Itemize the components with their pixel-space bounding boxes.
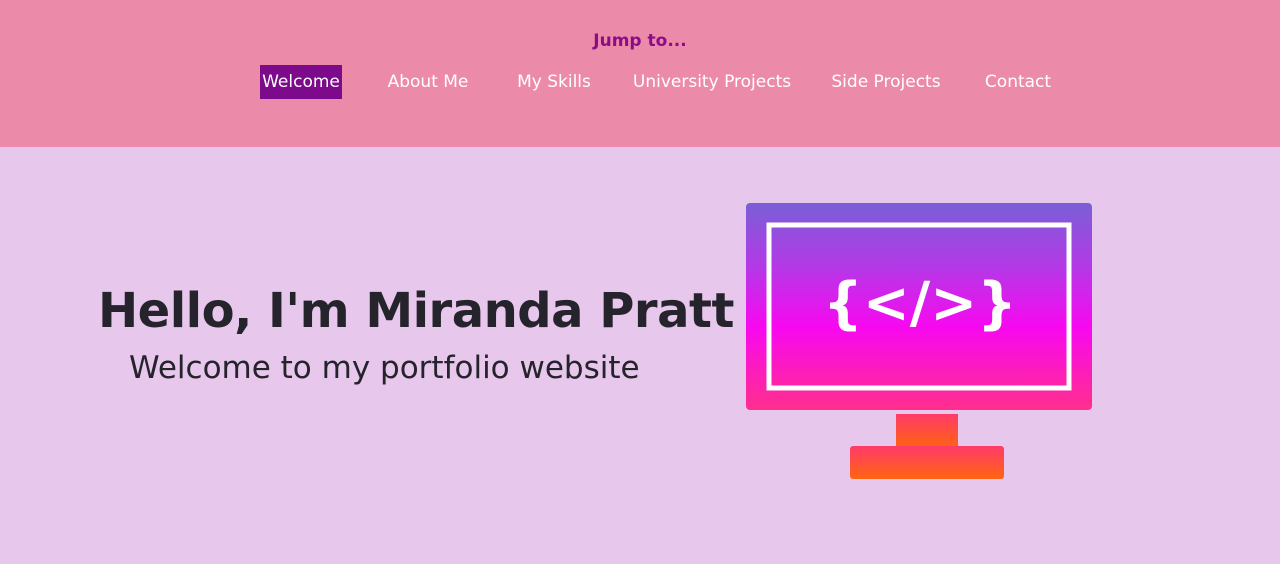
nav-link-side-projects[interactable]: Side Projects xyxy=(827,65,945,99)
nav-link-university-projects[interactable]: University Projects xyxy=(632,65,792,99)
nav-link-welcome[interactable]: Welcome xyxy=(260,65,342,99)
hero-title: Hello, I'm Miranda Pratt xyxy=(98,283,734,339)
nav-link-my-skills[interactable]: My Skills xyxy=(512,65,596,99)
code-symbol: {</>} xyxy=(823,271,1017,336)
top-navigation: Jump to... Welcome About Me My Skills Un… xyxy=(0,0,1280,147)
hero-subtitle: Welcome to my portfolio website xyxy=(129,350,640,386)
nav-link-contact[interactable]: Contact xyxy=(980,65,1056,99)
nav-link-about-me[interactable]: About Me xyxy=(381,65,475,99)
monitor-code-icon: {</>} xyxy=(746,203,1092,480)
page: Jump to... Welcome About Me My Skills Un… xyxy=(0,0,1280,564)
jump-to-heading: Jump to... xyxy=(593,31,687,51)
